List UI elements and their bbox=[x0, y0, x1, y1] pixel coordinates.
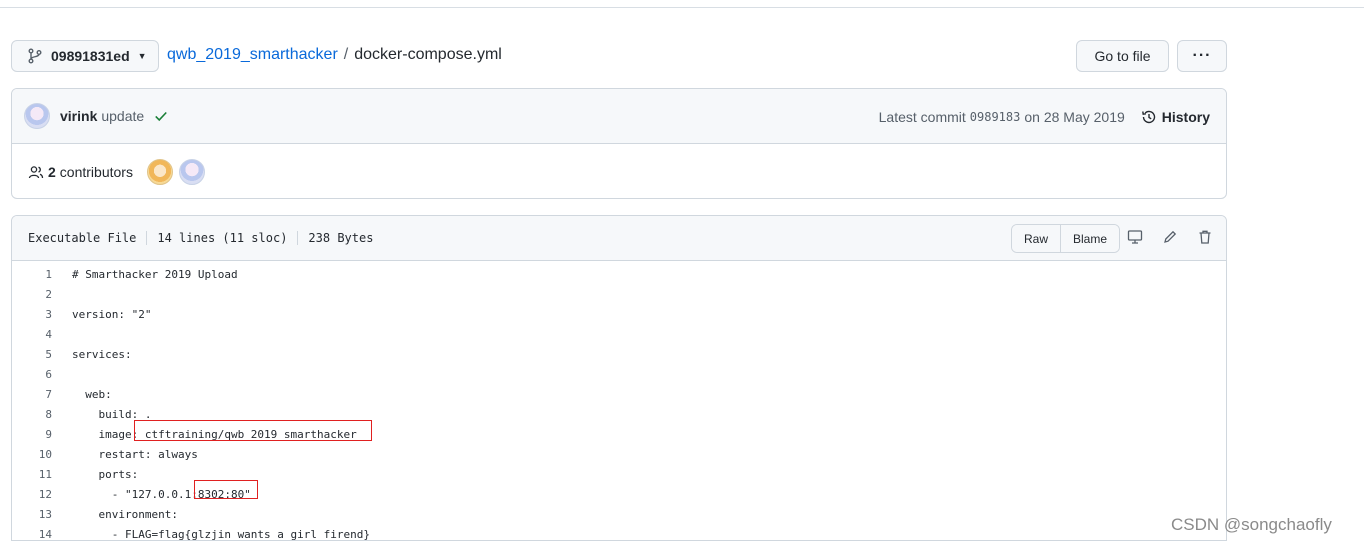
watermark: CSDN @songchaofly bbox=[1171, 515, 1332, 534]
line-number[interactable]: 7 bbox=[12, 388, 52, 401]
code-line: 5 services: bbox=[12, 344, 1226, 364]
commit-sha[interactable]: 0989183 bbox=[970, 110, 1021, 124]
avatar[interactable] bbox=[178, 158, 205, 185]
line-number[interactable]: 14 bbox=[12, 528, 52, 541]
commit-box: virink update Latest commit 0989183 on 2… bbox=[11, 88, 1227, 199]
file-size: 238 Bytes bbox=[297, 231, 383, 245]
repo-link[interactable]: qwb_2019_smarthacker bbox=[167, 46, 338, 64]
line-content: environment: bbox=[72, 507, 178, 521]
branch-label: 09891831ed bbox=[51, 48, 130, 64]
line-content: version: "2" bbox=[72, 307, 152, 321]
file-lines: 14 lines (11 sloc) bbox=[146, 231, 297, 245]
raw-blame-group: Raw Blame bbox=[1011, 224, 1121, 253]
code-line: 7 web: bbox=[12, 384, 1226, 404]
line-content: build: . bbox=[72, 407, 152, 421]
pencil-icon[interactable] bbox=[1162, 229, 1178, 245]
contributor-avatars bbox=[146, 158, 205, 185]
avatar[interactable] bbox=[24, 103, 50, 129]
line-number[interactable]: 1 bbox=[12, 268, 52, 281]
contributors-row: 2 contributors bbox=[12, 144, 1226, 198]
code-line: 1 # Smarthacker 2019 Upload bbox=[12, 264, 1226, 284]
trash-icon[interactable] bbox=[1197, 229, 1213, 245]
check-icon[interactable] bbox=[154, 109, 168, 123]
latest-commit-row: virink update Latest commit 0989183 on 2… bbox=[12, 89, 1226, 144]
code-line: 13 environment: bbox=[12, 504, 1226, 524]
breadcrumb-separator: / bbox=[343, 46, 349, 63]
file-name: docker-compose.yml bbox=[354, 46, 502, 63]
git-branch-icon bbox=[28, 48, 42, 64]
line-number[interactable]: 11 bbox=[12, 468, 52, 481]
code-line: 6 bbox=[12, 364, 1226, 384]
line-number[interactable]: 10 bbox=[12, 448, 52, 461]
latest-commit-label: Latest commit bbox=[878, 108, 966, 125]
commit-meta: Latest commit 0989183 on 28 May 2019 His… bbox=[879, 89, 1226, 144]
line-content: - FLAG=flag{glzjin_wants_a_girl_firend} bbox=[72, 527, 371, 541]
top-divider bbox=[0, 0, 1364, 8]
code-line: 14 - FLAG=flag{glzjin_wants_a_girl_firen… bbox=[12, 524, 1226, 541]
line-content: # Smarthacker 2019 Upload bbox=[72, 267, 238, 281]
avatar[interactable] bbox=[146, 158, 173, 185]
line-content: restart: always bbox=[72, 447, 198, 461]
more-options-button[interactable]: ··· bbox=[1177, 40, 1227, 72]
line-number[interactable]: 2 bbox=[12, 288, 52, 301]
chevron-down-icon: ▼ bbox=[137, 51, 147, 61]
file-header: Executable File 14 lines (11 sloc) 238 B… bbox=[12, 216, 1226, 261]
commit-date: on 28 May 2019 bbox=[1024, 108, 1125, 125]
contributors-count[interactable]: 2 bbox=[48, 164, 56, 180]
commit-author[interactable]: virink bbox=[60, 108, 97, 124]
file-mode: Executable File bbox=[28, 231, 137, 245]
code-line: 3 version: "2" bbox=[12, 304, 1226, 324]
people-icon bbox=[28, 165, 44, 178]
line-content: ports: bbox=[72, 467, 139, 481]
breadcrumb: qwb_2019_smarthacker / docker-compose.ym… bbox=[167, 46, 502, 64]
line-number[interactable]: 13 bbox=[12, 508, 52, 521]
commit-message[interactable]: update bbox=[101, 108, 144, 124]
line-number[interactable]: 5 bbox=[12, 348, 52, 361]
code-line: 10 restart: always bbox=[12, 444, 1226, 464]
highlight-box-image bbox=[134, 420, 372, 441]
line-number[interactable]: 6 bbox=[12, 368, 52, 381]
line-number[interactable]: 4 bbox=[12, 328, 52, 341]
blame-button[interactable]: Blame bbox=[1060, 225, 1120, 252]
code-body: 1 # Smarthacker 2019 Upload 2 3 version: "… bbox=[12, 261, 1226, 541]
branch-selector-button[interactable]: 09891831ed ▼ bbox=[11, 40, 159, 72]
line-number[interactable]: 12 bbox=[12, 488, 52, 501]
line-number[interactable]: 3 bbox=[12, 308, 52, 321]
line-number[interactable]: 8 bbox=[12, 408, 52, 421]
desktop-icon[interactable] bbox=[1127, 229, 1143, 245]
highlight-box-port bbox=[194, 480, 258, 499]
raw-button[interactable]: Raw bbox=[1012, 225, 1061, 252]
code-line: 4 bbox=[12, 324, 1226, 344]
contributors-label[interactable]: contributors bbox=[60, 164, 133, 180]
line-number[interactable]: 9 bbox=[12, 428, 52, 441]
history-link[interactable]: History bbox=[1141, 109, 1210, 125]
code-line: 2 bbox=[12, 284, 1226, 304]
line-content: services: bbox=[72, 347, 132, 361]
file-action-icons bbox=[1127, 229, 1226, 245]
line-content: web: bbox=[72, 387, 112, 401]
go-to-file-button[interactable]: Go to file bbox=[1076, 40, 1169, 72]
history-icon bbox=[1141, 110, 1155, 123]
history-label: History bbox=[1161, 108, 1210, 125]
